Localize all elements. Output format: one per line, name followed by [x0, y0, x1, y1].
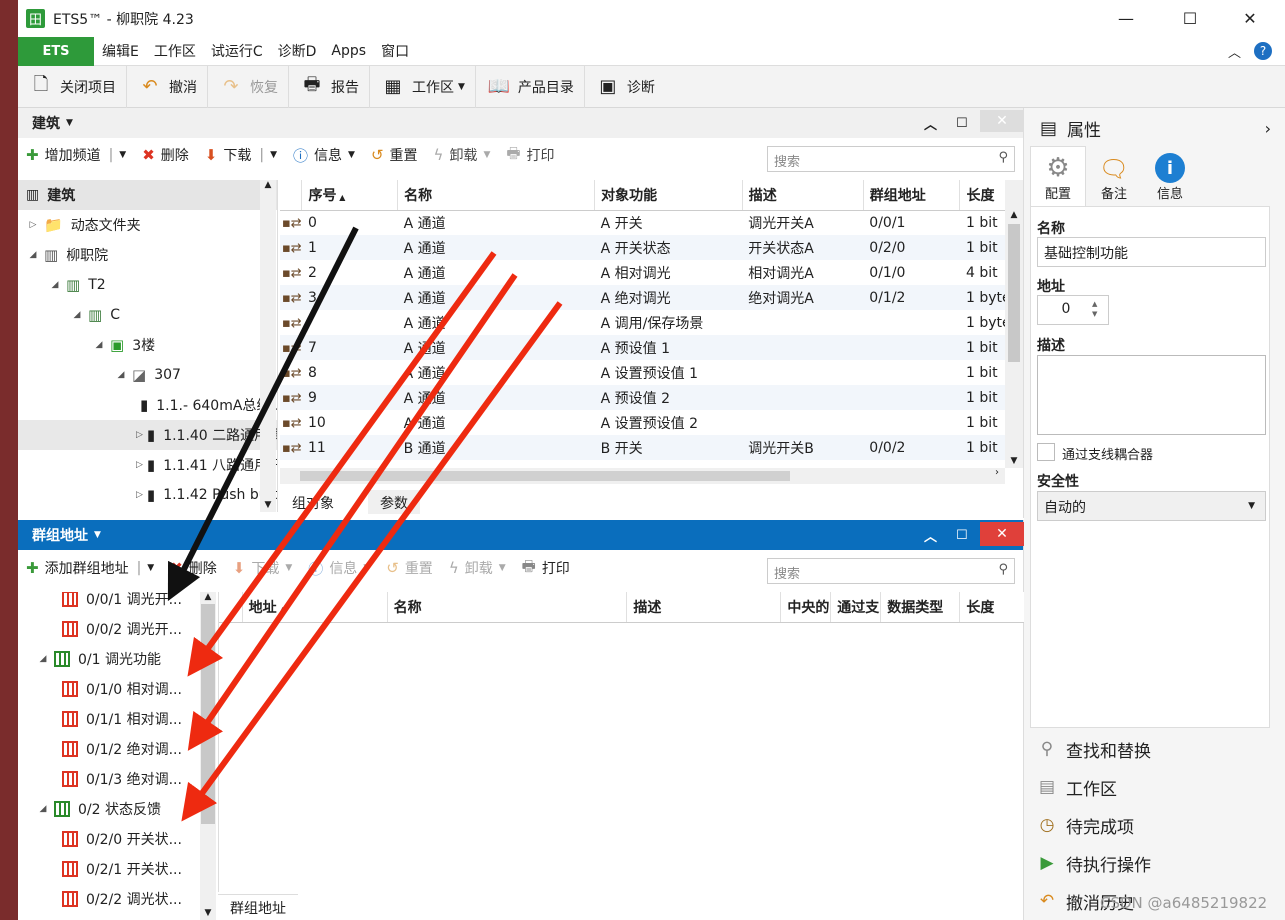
annotation-arrows — [167, 226, 563, 822]
red-arrow-3 — [181, 301, 563, 822]
black-arrow — [167, 226, 359, 602]
red-arrow-2 — [187, 273, 518, 751]
